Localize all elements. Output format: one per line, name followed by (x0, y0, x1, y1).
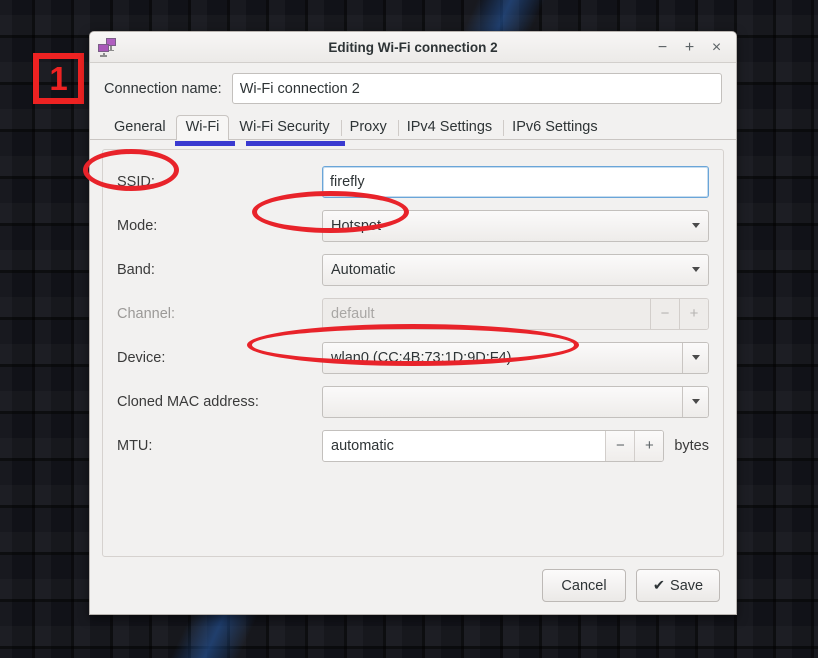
save-button-label: Save (670, 577, 704, 594)
tab-ipv4-settings[interactable]: IPv4 Settings (397, 115, 502, 140)
tab-wifi[interactable]: Wi-Fi (175, 115, 230, 140)
maximize-icon[interactable]: + (682, 39, 697, 55)
chevron-down-icon (682, 342, 708, 373)
dialog-action-bar: Cancel ✔ Save (90, 557, 736, 614)
tab-underline-indicator-2 (246, 141, 345, 146)
device-dropdown[interactable]: wlan0 (CC:4B:73:1D:9D:F4) (322, 341, 709, 374)
wifi-settings-panel: SSID: Mode: Hotspot Band: Au (102, 149, 724, 557)
channel-label: Channel: (117, 305, 176, 322)
row-band: Band: Automatic (117, 251, 709, 288)
mtu-label: MTU: (117, 437, 153, 454)
annotation-step-badge: 1 (33, 53, 84, 104)
row-channel: Channel: default − + (117, 295, 709, 332)
chevron-down-icon (684, 211, 708, 241)
save-button[interactable]: ✔ Save (636, 569, 720, 602)
mode-value: Hotspot (331, 217, 381, 234)
band-label: Band: (117, 261, 155, 278)
connection-name-label: Connection name: (104, 80, 222, 97)
channel-value: default (331, 305, 375, 322)
chevron-down-icon (682, 386, 708, 417)
tab-general[interactable]: General (104, 115, 176, 140)
row-ssid: SSID: (117, 163, 709, 200)
mtu-value: automatic (331, 437, 394, 454)
channel-decrement-button: − (650, 298, 679, 329)
row-mtu: MTU: automatic − + bytes (117, 427, 709, 464)
tab-ipv6-settings[interactable]: IPv6 Settings (502, 115, 607, 140)
mode-dropdown[interactable]: Hotspot (322, 209, 709, 242)
device-label: Device: (117, 349, 166, 366)
connection-name-input[interactable] (231, 73, 722, 104)
row-cloned-mac: Cloned MAC address: (117, 383, 709, 420)
row-device: Device: wlan0 (CC:4B:73:1D:9D:F4) (117, 339, 709, 376)
connection-name-row: Connection name: (90, 63, 736, 110)
window-title: Editing Wi-Fi connection 2 (328, 39, 498, 55)
tab-underline-indicator-1 (175, 141, 235, 146)
channel-increment-button: + (679, 298, 708, 329)
device-value: wlan0 (CC:4B:73:1D:9D:F4) (331, 349, 512, 366)
ssid-label: SSID: (117, 173, 155, 190)
ssid-input[interactable] (322, 165, 709, 198)
window-controls: − + × (655, 32, 730, 63)
cloned-mac-label: Cloned MAC address: (117, 393, 259, 410)
tab-wifi-security[interactable]: Wi-Fi Security (229, 115, 339, 140)
band-value: Automatic (331, 261, 396, 278)
desktop-background: 1 Editing Wi-Fi connection 2 − + × Conne… (0, 0, 818, 658)
cancel-button[interactable]: Cancel (542, 569, 626, 602)
minimize-icon[interactable]: − (655, 39, 670, 55)
mtu-decrement-button[interactable]: − (605, 430, 635, 461)
mtu-increment-button[interactable]: + (634, 430, 664, 461)
chevron-down-icon (684, 255, 708, 285)
mtu-spinner[interactable]: automatic − + (322, 429, 665, 462)
mtu-unit-label: bytes (674, 437, 709, 454)
cloned-mac-dropdown[interactable] (322, 385, 709, 418)
band-dropdown[interactable]: Automatic (322, 253, 709, 286)
close-icon[interactable]: × (709, 39, 724, 55)
settings-tabs: General Wi-Fi Wi-Fi Security Proxy IPv4 … (90, 110, 736, 146)
tab-proxy[interactable]: Proxy (340, 115, 397, 140)
channel-spinner: default − + (322, 297, 709, 330)
mode-label: Mode: (117, 217, 158, 234)
connection-editor-window: Editing Wi-Fi connection 2 − + × Connect… (89, 31, 737, 615)
check-icon: ✔ (652, 577, 666, 594)
row-mode: Mode: Hotspot (117, 207, 709, 244)
window-titlebar[interactable]: Editing Wi-Fi connection 2 − + × (90, 32, 736, 63)
